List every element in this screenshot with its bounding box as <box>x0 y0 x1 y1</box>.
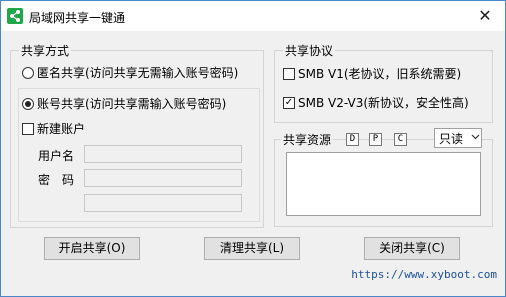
anonymous-radio-dot[interactable] <box>22 66 34 79</box>
permission-select[interactable]: 只读 <box>434 128 482 148</box>
smb2-label: SMB V2-V3(新协议，安全性高) <box>298 96 469 110</box>
main-window: 局域网共享一键通 ✕ 共享方式 匿名共享(访问共享无需输入账号密码) 账号共享(… <box>0 0 506 297</box>
new-account-checkbox[interactable]: 新建账户 <box>22 120 85 137</box>
new-account-label: 新建账户 <box>37 122 86 136</box>
username-label: 用户名 <box>38 149 75 163</box>
c-button[interactable]: C <box>394 133 407 146</box>
website-link[interactable]: https://www.xyboot.com <box>351 268 497 281</box>
smb2-checkbox[interactable]: ✓ SMB V2-V3(新协议，安全性高) <box>283 94 469 111</box>
smb1-check-box[interactable] <box>283 67 295 80</box>
password-label: 密 码 <box>38 173 75 187</box>
resources-title: 共享资源 <box>281 131 334 148</box>
smb1-checkbox[interactable]: SMB V1(老协议，旧系统需要) <box>283 65 461 82</box>
anonymous-share-label: 匿名共享(访问共享无需输入账号密码) <box>37 66 239 80</box>
username-field[interactable] <box>84 145 242 163</box>
p-button[interactable]: P <box>369 133 382 146</box>
d-button[interactable]: D <box>346 133 359 146</box>
clean-share-button[interactable]: 清理共享(L) <box>204 237 300 260</box>
password-field[interactable] <box>84 169 242 187</box>
smb1-label: SMB V1(老协议，旧系统需要) <box>298 67 462 81</box>
close-icon[interactable]: ✕ <box>465 1 505 31</box>
account-share-radio[interactable]: 账号共享(访问共享需输入账号密码) <box>22 95 226 112</box>
smb2-check-box[interactable]: ✓ <box>283 96 295 109</box>
account-radio-dot[interactable] <box>22 97 34 110</box>
protocol-group: 共享协议 <box>274 42 493 123</box>
anonymous-share-radio[interactable]: 匿名共享(访问共享无需输入账号密码) <box>22 64 238 81</box>
new-account-check-box[interactable] <box>22 122 34 135</box>
window-title: 局域网共享一键通 <box>29 11 126 25</box>
shared-resources-list[interactable] <box>286 152 481 216</box>
title-bar: 局域网共享一键通 ✕ <box>1 1 505 31</box>
chevron-down-icon[interactable] <box>469 133 481 143</box>
protocol-title: 共享协议 <box>283 42 336 59</box>
share-icon <box>7 8 23 24</box>
account-share-label: 账号共享(访问共享需输入账号密码) <box>37 97 227 111</box>
permission-value: 只读 <box>439 131 464 146</box>
start-share-button[interactable]: 开启共享(O) <box>44 237 140 260</box>
stop-share-button[interactable]: 关闭共享(C) <box>364 237 460 260</box>
confirm-password-field[interactable] <box>84 194 242 212</box>
share-mode-title: 共享方式 <box>19 42 72 59</box>
